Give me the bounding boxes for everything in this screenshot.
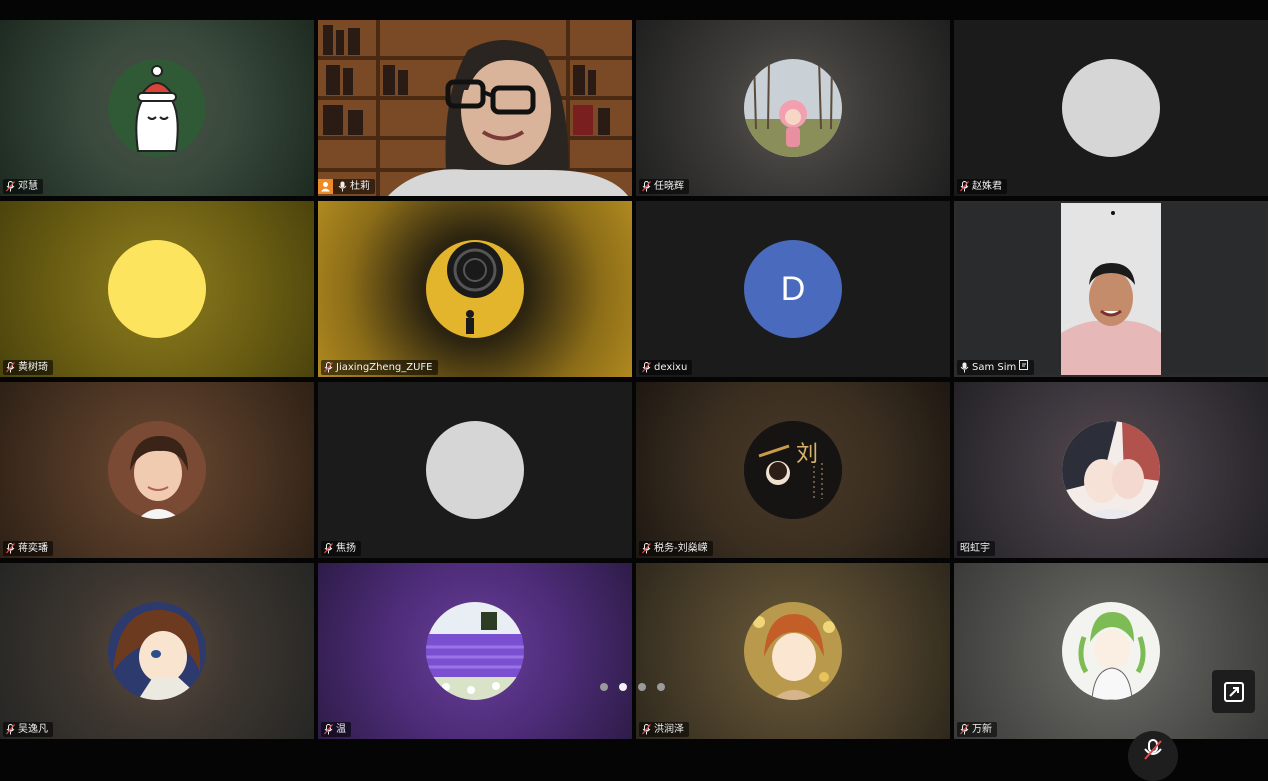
- video-feed: [1061, 203, 1161, 375]
- muted-mic-icon: [6, 543, 15, 554]
- page-indicator: [600, 683, 665, 691]
- page-dot-active[interactable]: [619, 683, 627, 691]
- host-badge-icon: [318, 179, 333, 194]
- participant-tile[interactable]: 吴逸凡: [0, 563, 314, 739]
- participant-tile[interactable]: 刘 税务-刘燊嵘: [636, 382, 950, 558]
- participant-name: JiaxingZheng_ZUFE: [336, 362, 433, 373]
- participant-name: 吴逸凡: [18, 724, 48, 735]
- participant-name-bar: Sam Sim: [957, 360, 1035, 375]
- participant-name-bar: 任晓辉: [639, 179, 689, 194]
- lavender-field-photo: [426, 602, 524, 700]
- mic-icon: [338, 181, 347, 192]
- participant-name: 邓慧: [18, 181, 38, 192]
- bottom-bar: [0, 740, 1268, 757]
- participant-tile[interactable]: 邓慧: [0, 20, 314, 196]
- mute-toggle-button[interactable]: [1128, 731, 1178, 781]
- muted-mic-icon: [642, 181, 651, 192]
- muted-mic-icon: [642, 724, 651, 735]
- participant-name: 温: [336, 724, 346, 735]
- participant-name: 任晓辉: [654, 181, 684, 192]
- participant-name: 赵姝君: [972, 181, 1002, 192]
- anime-detective-avatar: [108, 602, 206, 700]
- participant-name: 焦扬: [336, 543, 356, 554]
- participant-name-bar: 蒋奕璠: [3, 541, 53, 556]
- muted-mic-icon: [6, 362, 15, 373]
- muted-mic-icon: [960, 181, 969, 192]
- participant-name: 税务-刘燊嵘: [654, 543, 708, 554]
- muted-mic-icon: [960, 724, 969, 735]
- participant-name-bar: 温: [321, 722, 351, 737]
- participant-tile[interactable]: JiaxingZheng_ZUFE: [318, 201, 632, 377]
- muted-mic-icon: [1144, 739, 1162, 760]
- participant-tile[interactable]: D dexixu: [636, 201, 950, 377]
- participant-name: dexixu: [654, 362, 688, 373]
- participant-name-bar: dexixu: [639, 360, 693, 375]
- svg-text:刘: 刘: [796, 442, 818, 467]
- ornament-avatar: [426, 240, 524, 338]
- participant-name-bar: JiaxingZheng_ZUFE: [321, 360, 438, 375]
- muted-mic-icon: [324, 724, 333, 735]
- participant-name-bar: 黄树琦: [3, 360, 53, 375]
- participant-name: 蒋奕璠: [18, 543, 48, 554]
- participant-name-bar: 邓慧: [3, 179, 43, 194]
- boy-portrait-avatar: [108, 421, 206, 519]
- page-dot[interactable]: [657, 683, 665, 691]
- mic-icon: [960, 362, 969, 373]
- participant-tile[interactable]: 黄树琦: [0, 201, 314, 377]
- page-dot[interactable]: [638, 683, 646, 691]
- participant-tile[interactable]: 温: [318, 563, 632, 739]
- participant-name-bar: 税务-刘燊嵘: [639, 541, 713, 556]
- blank-avatar: [1062, 59, 1160, 157]
- participant-name-bar: 万新: [957, 722, 997, 737]
- participant-name: 昭虹宇: [960, 543, 990, 554]
- participant-tile[interactable]: 洪润泽: [636, 563, 950, 739]
- video-feed: [318, 20, 632, 196]
- participant-name-bar: 赵姝君: [957, 179, 1007, 194]
- participant-tile[interactable]: 蒋奕璠: [0, 382, 314, 558]
- anime-child-flowers-avatar: [744, 602, 842, 700]
- calligraphy-avatar: 刘: [744, 421, 842, 519]
- participant-name: 洪润泽: [654, 724, 684, 735]
- muted-mic-icon: [6, 724, 15, 735]
- muted-mic-icon: [6, 181, 15, 192]
- expand-icon: [1223, 681, 1244, 702]
- video-grid: 邓慧 杜莉 任晓辉 赵姝君 黄树琦 JiaxingZheng_ZUFE D de…: [0, 0, 1268, 757]
- participant-name-bar: 杜莉: [318, 179, 375, 194]
- muted-mic-icon: [642, 543, 651, 554]
- anime-couple-avatar: [1062, 421, 1160, 519]
- participant-tile[interactable]: 焦扬: [318, 382, 632, 558]
- doll-photo-avatar: [744, 59, 842, 157]
- participant-tile[interactable]: 杜莉: [318, 20, 632, 196]
- participant-tile[interactable]: Sam Sim: [954, 201, 1268, 377]
- blank-avatar: [426, 421, 524, 519]
- muted-mic-icon: [642, 362, 651, 373]
- page-dot[interactable]: [600, 683, 608, 691]
- expand-button[interactable]: [1212, 670, 1255, 713]
- participant-name: 黄树琦: [18, 362, 48, 373]
- share-screen-icon: [1019, 360, 1029, 375]
- participant-tile[interactable]: 昭虹宇: [954, 382, 1268, 558]
- santa-hat-character-icon: [108, 59, 206, 157]
- participant-name-bar: 吴逸凡: [3, 722, 53, 737]
- yellow-circle-avatar: [108, 240, 206, 338]
- muted-mic-icon: [324, 543, 333, 554]
- participant-name: Sam Sim: [972, 362, 1017, 373]
- participant-name: 万新: [972, 724, 992, 735]
- participant-name: 杜莉: [350, 181, 370, 192]
- participant-name-bar: 洪润泽: [639, 722, 689, 737]
- participant-tile[interactable]: 任晓辉: [636, 20, 950, 196]
- muted-mic-icon: [324, 362, 333, 373]
- participant-name-bar: 昭虹宇: [957, 541, 995, 556]
- letter-avatar: D: [744, 240, 842, 338]
- participant-name-bar: 焦扬: [321, 541, 361, 556]
- participant-tile[interactable]: 赵姝君: [954, 20, 1268, 196]
- anime-green-hair-avatar: [1062, 602, 1160, 700]
